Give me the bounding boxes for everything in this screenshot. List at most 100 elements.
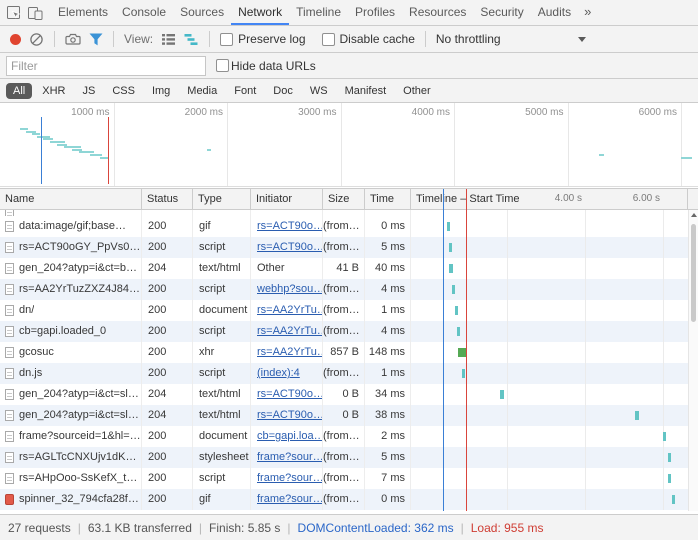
record-button[interactable] (10, 33, 21, 45)
initiator-link[interactable]: rs=ACT90o… (257, 220, 322, 232)
column-header-size[interactable]: Size (323, 189, 365, 209)
initiator-link[interactable]: rs=AA2YrTu… (257, 325, 322, 337)
size-cell: (from… (323, 489, 365, 510)
tab-timeline[interactable]: Timeline (289, 0, 348, 25)
table-row[interactable]: spinner_32_794cfa28f3… 200 gif frame?sou… (0, 489, 698, 510)
initiator-link[interactable]: rs=AA2YrTu… (257, 346, 322, 358)
overview-tick-label: 2000 ms (184, 107, 223, 118)
tab-audits[interactable]: Audits (531, 0, 578, 25)
type-filter-doc[interactable]: Doc (266, 83, 300, 99)
type-filter-css[interactable]: CSS (105, 83, 142, 99)
clear-icon[interactable] (29, 32, 44, 47)
initiator-link[interactable]: frame?sour… (257, 451, 322, 463)
disable-cache-checkbox[interactable] (321, 32, 335, 46)
initiator-link[interactable]: cb=gapi.loa… (257, 430, 322, 442)
device-toolbar-icon[interactable] (27, 6, 43, 20)
devtools-quick-icons (0, 0, 51, 25)
tab-network[interactable]: Network (231, 0, 290, 25)
initiator-link[interactable]: frame?sour… (257, 493, 322, 505)
timeline-cell (411, 384, 688, 405)
type-filter-ws[interactable]: WS (303, 83, 335, 99)
table-row[interactable]: frame?sourceid=1&hl=… 200 document cb=ga… (0, 426, 698, 447)
type-filter-js[interactable]: JS (75, 83, 102, 99)
timeline-cell (411, 237, 688, 258)
status-cell: 204 (142, 258, 193, 279)
file-icon (5, 221, 14, 232)
time-cell: 5 ms (365, 447, 411, 468)
initiator-link[interactable]: frame?sour… (257, 472, 322, 484)
filter-funnel-icon[interactable] (89, 33, 103, 46)
status-cell: 200 (142, 447, 193, 468)
size-cell: (from… (323, 321, 365, 342)
tab-elements[interactable]: Elements (51, 0, 115, 25)
waterfall-bar (446, 222, 450, 231)
type-filter-all[interactable]: All (6, 82, 33, 99)
column-header-status[interactable]: Status (142, 189, 193, 209)
request-name: gen_204?atyp=i&ct=sl… (19, 388, 139, 400)
network-filter-input[interactable] (6, 55, 206, 76)
initiator-link[interactable]: (index):4 (257, 367, 300, 379)
table-row[interactable]: dn/ 200 document rs=AA2YrTu… (from… 1 ms (0, 300, 698, 321)
timeline-overview[interactable]: 1000 ms 2000 ms 3000 ms 4000 ms 5000 ms 6000 … (0, 103, 698, 187)
tab-resources[interactable]: Resources (402, 0, 473, 25)
initiator-link[interactable]: webhp?sou… (257, 283, 322, 295)
table-row[interactable]: gcosuc 200 xhr rs=AA2YrTu… 857 B 148 ms (0, 342, 698, 363)
preserve-log-checkbox[interactable] (220, 32, 234, 46)
table-scrollbar[interactable] (688, 210, 698, 511)
screenshot-camera-icon[interactable] (65, 32, 81, 46)
request-name: dn/ (19, 304, 35, 316)
status-cell: 200 (142, 489, 193, 510)
overview-gridline (227, 103, 228, 186)
file-icon (5, 410, 14, 421)
inspect-element-icon[interactable] (6, 5, 21, 20)
requests-table-body: data:image/gif;base… 200 gif rs=ACT90o… … (0, 210, 698, 511)
table-row[interactable]: rs=AA2YrTuzZXZ4J84Z… 200 script webhp?so… (0, 279, 698, 300)
type-filter-other[interactable]: Other (396, 83, 438, 99)
initiator-link[interactable]: rs=ACT90o… (257, 388, 322, 400)
tab-console[interactable]: Console (115, 0, 173, 25)
column-header-time[interactable]: Time (365, 189, 411, 209)
filter-bar: Hide data URLs (0, 53, 698, 79)
tabs-overflow-chevron[interactable]: » (578, 0, 597, 25)
overview-activity-bar (206, 148, 212, 151)
column-header-name[interactable]: Name (0, 189, 142, 209)
type-cell: xhr (193, 342, 251, 363)
timeline-cell (411, 258, 688, 279)
initiator-link[interactable]: rs=ACT90o… (257, 409, 322, 421)
type-filter-font[interactable]: Font (227, 83, 263, 99)
type-cell: script (193, 321, 251, 342)
type-cell: script (193, 237, 251, 258)
type-cell: script (193, 468, 251, 489)
table-row[interactable]: data:image/gif;base… 200 gif rs=ACT90o… … (0, 216, 698, 237)
tab-sources[interactable]: Sources (173, 0, 231, 25)
header-scroll-corner (688, 189, 698, 209)
type-filter-xhr[interactable]: XHR (35, 83, 72, 99)
throttling-select[interactable]: No throttling (436, 32, 586, 46)
column-header-timeline[interactable]: Timeline – Start Time 4.00 s 6.00 s (411, 189, 688, 209)
type-filter-media[interactable]: Media (180, 83, 224, 99)
table-row[interactable]: rs=AGLTcCNXUjv1dKN… 200 stylesheet frame… (0, 447, 698, 468)
timeline-cell (411, 468, 688, 489)
type-filter-manifest[interactable]: Manifest (338, 83, 394, 99)
status-cell: 200 (142, 321, 193, 342)
finish-time: Finish: 5.85 s (209, 520, 281, 535)
table-row[interactable]: dn.js 200 script (index):4 (from… 1 ms (0, 363, 698, 384)
view-waterfall-icon[interactable] (184, 33, 199, 46)
table-row[interactable]: gen_204?atyp=i&ct=sl… 204 text/html rs=A… (0, 384, 698, 405)
scroll-up-arrow-icon[interactable] (690, 213, 697, 217)
tab-profiles[interactable]: Profiles (348, 0, 402, 25)
table-row[interactable]: gen_204?atyp=i&ct=sl… 204 text/html rs=A… (0, 405, 698, 426)
view-list-icon[interactable] (161, 33, 176, 46)
hide-data-urls-checkbox[interactable] (216, 59, 229, 72)
scrollbar-thumb[interactable] (691, 224, 696, 322)
table-row[interactable]: cb=gapi.loaded_0 200 script rs=AA2YrTu… … (0, 321, 698, 342)
column-header-type[interactable]: Type (193, 189, 251, 209)
column-header-initiator[interactable]: Initiator (251, 189, 323, 209)
initiator-link[interactable]: rs=ACT90o… (257, 241, 322, 253)
type-filter-img[interactable]: Img (145, 83, 177, 99)
table-row[interactable]: rs=AHpOoo-SsKefX_tn… 200 script frame?so… (0, 468, 698, 489)
table-row[interactable]: rs=ACT90oGY_PpVs0D… 200 script rs=ACT90o… (0, 237, 698, 258)
initiator-link[interactable]: rs=AA2YrTu… (257, 304, 322, 316)
table-row[interactable]: gen_204?atyp=i&ct=b… 204 text/html Other… (0, 258, 698, 279)
tab-security[interactable]: Security (473, 0, 530, 25)
